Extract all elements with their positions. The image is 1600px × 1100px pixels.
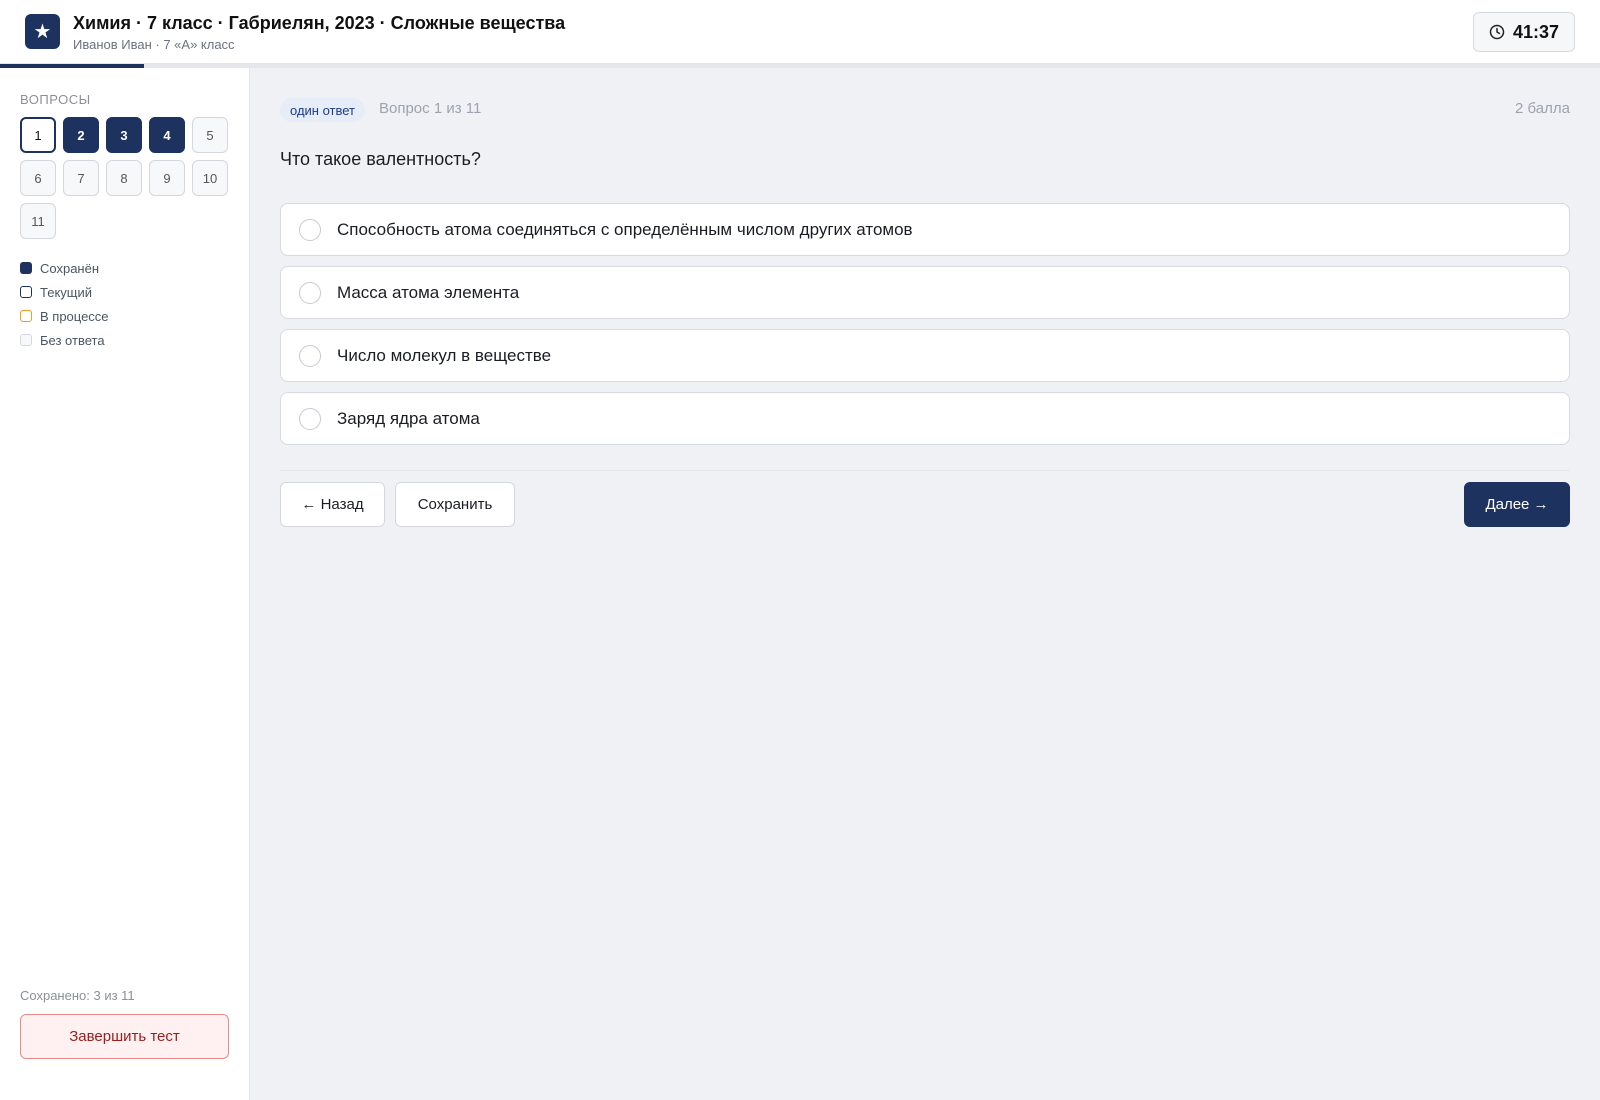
no-answer-swatch (20, 334, 32, 346)
question-nav-button-6[interactable]: 6 (20, 160, 56, 196)
answer-type-badge: один ответ (280, 98, 365, 122)
answer-text: Заряд ядра атома (337, 408, 480, 428)
answer-options: Способность атома соединяться с определё… (280, 203, 1570, 455)
question-nav-button-5[interactable]: 5 (192, 117, 228, 153)
legend-label: Текущий (40, 284, 92, 300)
sidebar-heading: ВОПРОСЫ (20, 92, 91, 107)
question-nav-button-4[interactable]: 4 (149, 117, 185, 153)
clock-icon (1489, 24, 1505, 40)
answer-option[interactable]: Число молекул в веществе (280, 329, 1570, 382)
question-points: 2 балла (1515, 100, 1570, 117)
saved-swatch (20, 262, 32, 274)
next-button[interactable]: Далее → (1464, 482, 1570, 527)
question-text: Что такое валентность? (280, 149, 481, 169)
question-nav-button-2[interactable]: 2 (63, 117, 99, 153)
legend-item-saved: Сохранён (20, 256, 109, 280)
radio-button[interactable] (299, 218, 321, 241)
legend-item-current: Текущий (20, 280, 109, 304)
student-info: Иванов Иван · 7 «А» класс (73, 37, 235, 52)
timer: 41:37 (1473, 12, 1575, 52)
radio-button[interactable] (299, 281, 321, 304)
legend-label: Сохранён (40, 260, 100, 276)
sidebar: ВОПРОСЫ 1 2 3 4 5 6 7 8 9 10 11 Сохранён Текущий В… (0, 68, 250, 1100)
main-content: один ответ Вопрос 1 из 11 2 балла Что та… (250, 68, 1600, 1100)
answer-text: Число молекул в веществе (337, 345, 552, 365)
current-swatch (20, 286, 32, 298)
header: ★ Химия · 7 класс · Габриелян, 2023 · Сл… (0, 0, 1600, 64)
legend-label: В процессе (40, 308, 109, 324)
question-nav-button-8[interactable]: 8 (106, 160, 142, 196)
question-nav-button-1[interactable]: 1 (20, 117, 56, 153)
question-navigator: 1 2 3 4 5 6 7 8 9 10 11 (20, 117, 235, 239)
legend-item-no-answer: Без ответа (20, 328, 109, 352)
question-nav-button-7[interactable]: 7 (63, 160, 99, 196)
page-title: Химия · 7 класс · Габриелян, 2023 · Слож… (73, 13, 566, 33)
save-button[interactable]: Сохранить (395, 482, 515, 527)
star-logo-icon: ★ (25, 14, 60, 49)
saved-count: Сохранено: 3 из 11 (20, 988, 135, 1003)
legend-item-in-progress: В процессе (20, 304, 109, 328)
answer-option[interactable]: Масса атома элемента (280, 266, 1570, 319)
question-nav-button-11[interactable]: 11 (20, 203, 56, 239)
back-button[interactable]: ← Назад (280, 482, 385, 527)
answer-option[interactable]: Заряд ядра атома (280, 392, 1570, 445)
question-nav-button-3[interactable]: 3 (106, 117, 142, 153)
question-counter: Вопрос 1 из 11 (379, 100, 482, 117)
finish-test-button[interactable]: Завершить тест (20, 1014, 229, 1059)
legend-label: Без ответа (40, 332, 105, 348)
answer-text: Масса атома элемента (337, 282, 520, 302)
question-nav-button-9[interactable]: 9 (149, 160, 185, 196)
radio-button[interactable] (299, 344, 321, 367)
question-nav-button-10[interactable]: 10 (192, 160, 228, 196)
answer-text: Способность атома соединяться с определё… (337, 219, 913, 239)
legend: Сохранён Текущий В процессе Без ответа (20, 256, 109, 352)
in-progress-swatch (20, 310, 32, 322)
answer-option[interactable]: Способность атома соединяться с определё… (280, 203, 1570, 256)
radio-button[interactable] (299, 407, 321, 430)
timer-value: 41:37 (1512, 21, 1560, 42)
divider (280, 470, 1570, 471)
